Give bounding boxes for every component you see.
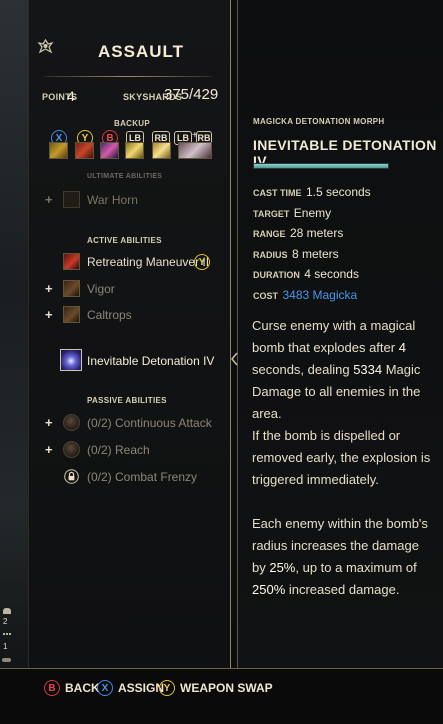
- hud-marker-icon: [3, 608, 11, 614]
- radius-label: RADIUS: [253, 250, 288, 260]
- hud-value: 2: [3, 617, 8, 626]
- morph-label: MAGICKA DETONATION MORPH: [253, 117, 385, 126]
- radius-value: 8 meters: [291, 247, 339, 261]
- continuous-attack-icon[interactable]: [63, 414, 80, 431]
- passive-section-header: PASSIVE ABILITIES: [87, 396, 167, 405]
- ability-inevitable-detonation[interactable]: Inevitable Detonation IV: [87, 354, 214, 368]
- weapon-swap-y-button[interactable]: Y: [159, 680, 175, 696]
- backup-label: BACKUP: [114, 119, 151, 128]
- war-horn-icon[interactable]: [63, 191, 80, 208]
- duration-label: DURATION: [253, 270, 300, 280]
- cost-label: COST: [253, 291, 279, 301]
- footer-keybind-strip: [0, 668, 443, 724]
- ability-caltrops[interactable]: Caltrops: [87, 308, 132, 322]
- upgrade-plus-button[interactable]: +: [45, 307, 53, 322]
- hud-value: 1: [3, 642, 8, 651]
- upgrade-plus-button[interactable]: +: [45, 415, 53, 430]
- backup-skill-1-icon[interactable]: [49, 142, 68, 159]
- backup-skill-2-icon[interactable]: [75, 142, 94, 159]
- back-button-label[interactable]: BACK: [65, 681, 100, 695]
- skyshards-value: 375/429: [164, 86, 219, 103]
- weapon-swap-button-label[interactable]: WEAPON SWAP: [180, 681, 273, 695]
- backup-skill-5-icon[interactable]: [152, 142, 171, 159]
- assault-crest-icon: [37, 38, 54, 54]
- skill-line-title: ASSAULT: [98, 42, 185, 61]
- ability-retreating-maneuver[interactable]: Retreating Maneuver II: [87, 255, 209, 269]
- active-section-header: ACTIVE ABILITIES: [87, 236, 162, 245]
- title-divider: [44, 76, 212, 77]
- upgrade-plus-button[interactable]: +: [45, 442, 53, 457]
- ability-war-horn[interactable]: War Horn: [87, 193, 138, 207]
- upgrade-plus-button[interactable]: +: [45, 281, 53, 296]
- back-b-button[interactable]: B: [44, 680, 60, 696]
- caltrops-icon[interactable]: [63, 306, 80, 323]
- side-hud: 2 1: [0, 606, 14, 666]
- cast-time-value: 1.5 seconds: [305, 185, 371, 199]
- description-paragraph-2: If the bomb is dispelled or removed earl…: [252, 428, 431, 487]
- ultimate-section-header: ULTIMATE ABILITIES: [87, 173, 163, 180]
- inevitable-detonation-icon[interactable]: [60, 349, 82, 371]
- range-value: 28 meters: [289, 226, 344, 240]
- retreating-maneuver-icon[interactable]: [63, 253, 80, 270]
- upgrade-plus-button[interactable]: +: [45, 192, 53, 207]
- ability-continuous-attack[interactable]: (0/2) Continuous Attack: [87, 416, 212, 430]
- cast-time-label: CAST TIME: [253, 188, 302, 198]
- lock-icon: [64, 469, 79, 484]
- hud-marker-icon: [3, 633, 11, 639]
- ability-reach[interactable]: (0/2) Reach: [87, 443, 150, 457]
- backup-skill-4-icon[interactable]: [125, 142, 144, 159]
- ability-vigor[interactable]: Vigor: [87, 282, 115, 296]
- duration-value: 4 seconds: [304, 267, 359, 281]
- morph-progress-bar: [253, 163, 389, 169]
- backup-skill-6-icon[interactable]: [178, 142, 212, 159]
- range-label: RANGE: [253, 229, 286, 239]
- panel-divider: [230, 0, 238, 668]
- assign-button-label[interactable]: ASSIGN: [118, 681, 164, 695]
- slotted-y-button[interactable]: Y: [194, 254, 210, 270]
- hud-marker-icon: [2, 658, 11, 662]
- cost-value: 3483 Magicka: [282, 288, 358, 302]
- backup-skill-3-icon[interactable]: [100, 142, 119, 159]
- target-label: TARGET: [253, 209, 290, 219]
- reach-icon[interactable]: [63, 441, 80, 458]
- morph-progress-fill: [254, 164, 388, 168]
- ability-combat-frenzy[interactable]: (0/2) Combat Frenzy: [87, 470, 197, 484]
- points-value: 4: [67, 88, 75, 104]
- vigor-icon[interactable]: [63, 280, 80, 297]
- target-value: Enemy: [293, 206, 332, 220]
- description-paragraph-1: Curse enemy with a magical bomb that exp…: [252, 318, 421, 421]
- description-paragraph-3: Each enemy within the bomb's radius incr…: [252, 516, 428, 597]
- assign-x-button[interactable]: X: [97, 680, 113, 696]
